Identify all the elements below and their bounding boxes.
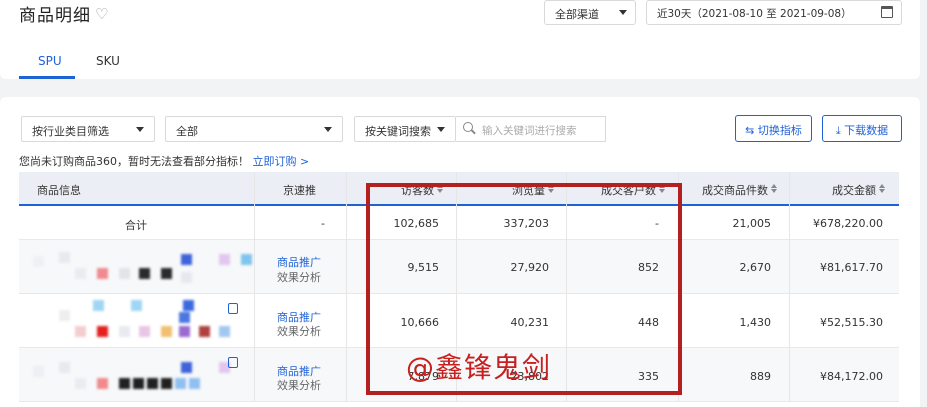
row-amount: ¥84,172.00 (820, 370, 883, 383)
column-header-jingsutui: 京速推 (283, 184, 316, 197)
column-divider (346, 172, 347, 402)
total-label: 合计 (125, 219, 147, 232)
switch-metrics-button[interactable]: ⇆ 切换指标 (735, 115, 812, 142)
chevron-down-icon (619, 10, 627, 15)
product-thumbnail-blurred[interactable] (33, 252, 252, 283)
sort-icon[interactable] (879, 184, 885, 193)
date-range-label: 近30天（2021-08-10 至 2021-09-08） (657, 8, 852, 20)
all-filter-label: 全部 (176, 125, 198, 138)
page-header-card: 商品明细 ♡ 全部渠道 近30天（2021-08-10 至 2021-09-08… (0, 0, 920, 79)
product-thumbnail-blurred[interactable] (33, 300, 243, 340)
column-divider (789, 172, 790, 402)
search-mode-dropdown[interactable]: 按关键词搜索 (354, 116, 456, 142)
search-input[interactable]: 输入关键词进行搜索 (456, 116, 606, 142)
active-tab-indicator (19, 76, 75, 79)
row-amount: ¥52,515.30 (820, 316, 883, 329)
copy-icon[interactable] (228, 303, 238, 314)
subscription-notice: 您尚未订购商品360，暂时无法查看部分指标！ 立即订购 > (19, 153, 309, 169)
effect-analysis-label: 效果分析 (277, 271, 321, 284)
channel-dropdown[interactable]: 全部渠道 (544, 0, 636, 25)
total-jingsutui: - (321, 217, 325, 230)
search-placeholder: 输入关键词进行搜索 (482, 125, 577, 137)
chevron-down-icon (136, 127, 144, 132)
copy-icon[interactable] (228, 357, 238, 368)
tab-sku[interactable]: SKU (96, 54, 120, 68)
favorite-heart-icon[interactable]: ♡ (95, 5, 108, 23)
row-items: 1,430 (739, 316, 772, 329)
row-amount: ¥81,617.70 (820, 261, 883, 274)
download-data-button[interactable]: ⤓ 下载数据 (822, 115, 902, 142)
column-header-amount-label: 成交金额 (832, 184, 876, 197)
total-amount: ¥678,220.00 (813, 217, 883, 230)
chevron-down-icon (324, 127, 332, 132)
effect-analysis-label: 效果分析 (277, 379, 321, 392)
switch-metrics-label: 切换指标 (757, 124, 802, 137)
channel-dropdown-label: 全部渠道 (555, 8, 599, 21)
tab-spu[interactable]: SPU (38, 54, 62, 68)
all-filter-dropdown[interactable]: 全部 (165, 116, 343, 142)
column-header-items[interactable]: 成交商品件数 (702, 182, 777, 198)
watermark-text: @鑫锋鬼剑 (406, 351, 552, 384)
download-label: 下载数据 (844, 124, 889, 137)
total-items: 21,005 (732, 217, 772, 230)
subscribe-now-link[interactable]: 立即订购 > (253, 155, 310, 168)
switch-icon: ⇆ (745, 124, 758, 137)
page-title: 商品明细 (19, 6, 91, 26)
date-range-picker[interactable]: 近30天（2021-08-10 至 2021-09-08） (646, 0, 902, 25)
product-thumbnail-blurred[interactable] (33, 358, 233, 392)
effect-analysis-label: 效果分析 (277, 325, 321, 338)
column-header-amount[interactable]: 成交金额 (832, 182, 885, 198)
product-promotion-link[interactable]: 商品推广 (277, 254, 321, 270)
column-header-product-info: 商品信息 (37, 184, 81, 197)
notice-text: 您尚未订购商品360，暂时无法查看部分指标！ (19, 155, 249, 168)
row-items: 2,670 (739, 261, 772, 274)
search-icon (463, 122, 473, 132)
search-mode-label: 按关键词搜索 (365, 125, 431, 138)
download-icon: ⤓ (835, 124, 845, 137)
category-filter-dropdown[interactable]: 按行业类目筛选 (21, 116, 155, 142)
chevron-down-icon (437, 127, 445, 132)
row-items: 889 (750, 370, 771, 383)
calendar-icon (881, 6, 893, 18)
category-filter-label: 按行业类目筛选 (32, 125, 109, 138)
column-header-items-label: 成交商品件数 (702, 184, 768, 197)
sort-icon[interactable] (771, 184, 777, 193)
column-divider (254, 172, 255, 402)
